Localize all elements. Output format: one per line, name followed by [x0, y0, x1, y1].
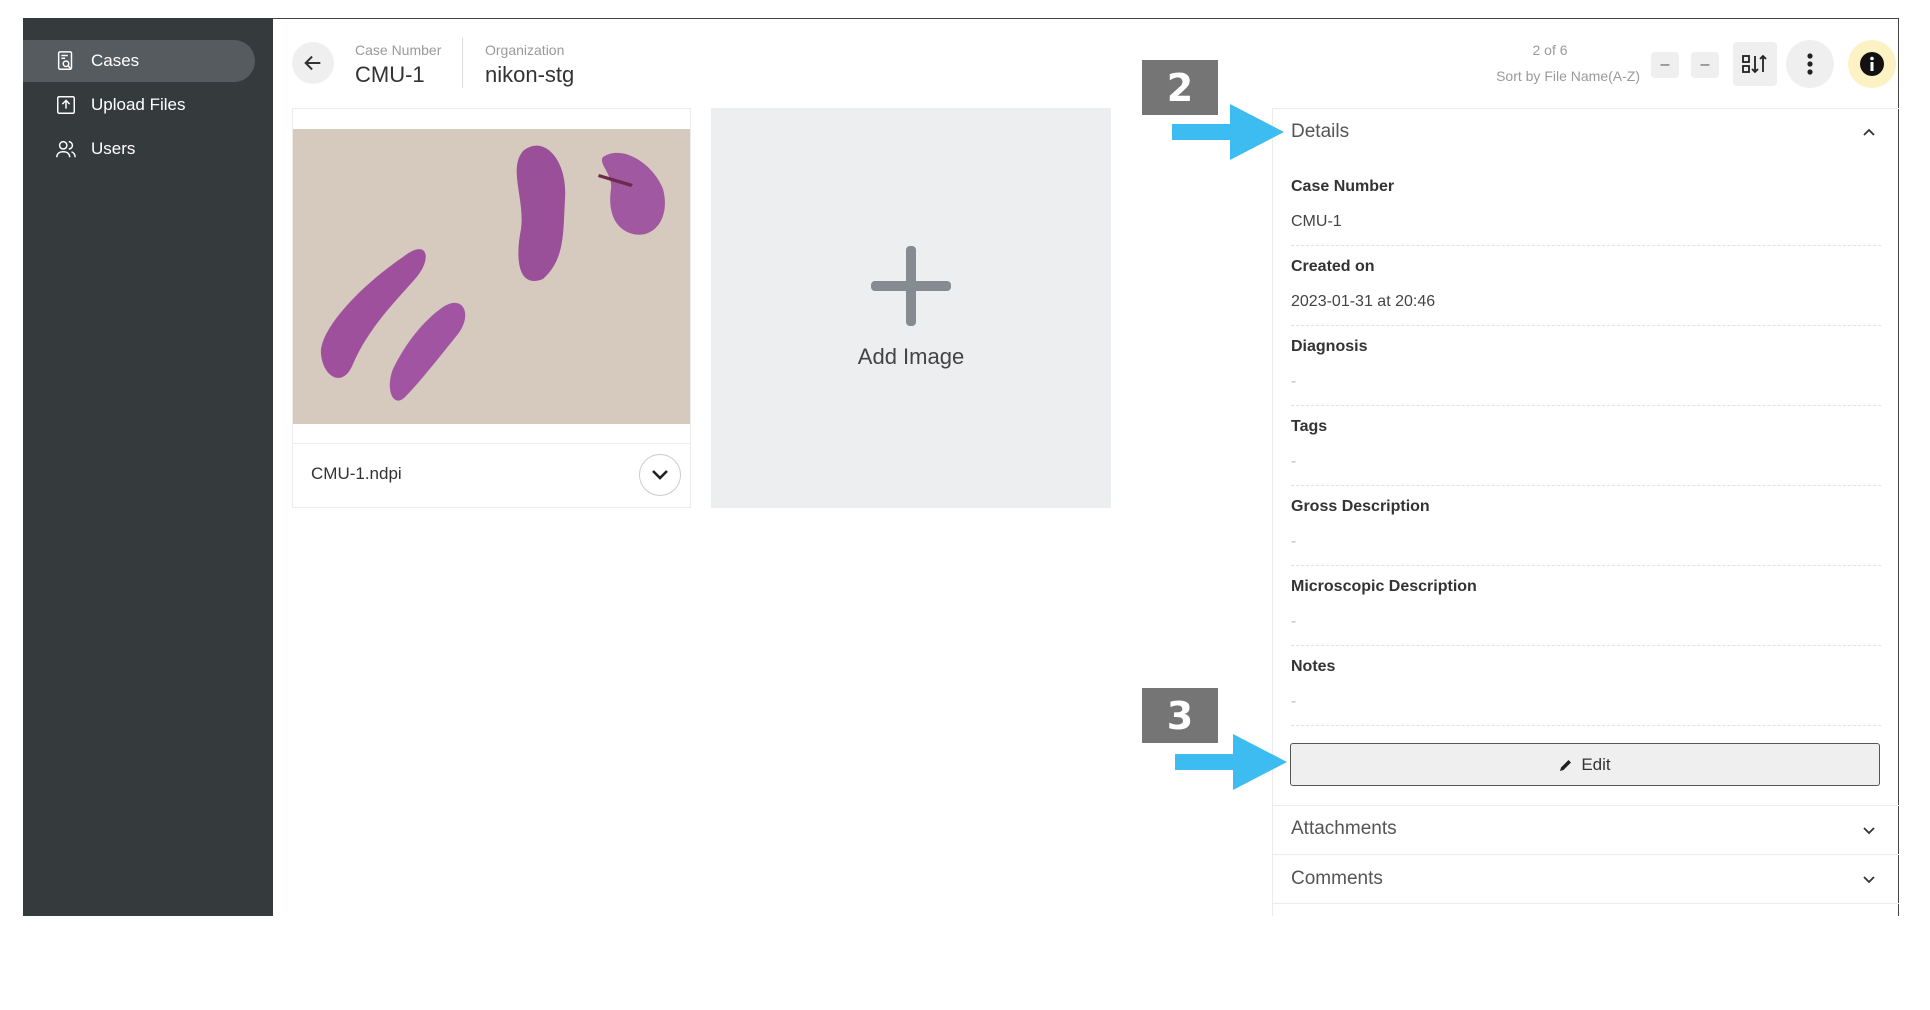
section-divider: [1272, 805, 1899, 806]
annotation-arrow-icon: [1175, 734, 1287, 790]
sort-label: Sort by File Name(A-Z): [1496, 68, 1640, 84]
sidebar-item-cases[interactable]: Cases: [23, 40, 255, 82]
field-value-created-on: 2023-01-31 at 20:46: [1291, 293, 1436, 310]
pencil-icon: [1560, 759, 1572, 771]
case-number-value: CMU-1: [355, 62, 425, 87]
sidebar-item-label: Upload Files: [91, 95, 186, 114]
sidebar-item-label: Users: [91, 139, 136, 158]
sidebar: Cases Upload Files Users: [23, 18, 273, 916]
plus-icon: [871, 246, 951, 326]
details-title[interactable]: Details: [1291, 121, 1349, 143]
prev-button[interactable]: –: [1651, 52, 1679, 78]
field-divider: [1291, 725, 1881, 726]
annotation-arrow-icon: [1172, 104, 1284, 160]
chevron-up-icon[interactable]: [1862, 125, 1876, 139]
section-divider: [1272, 903, 1899, 904]
field-label-diagnosis: Diagnosis: [1291, 338, 1368, 355]
add-image-card[interactable]: Add Image: [711, 108, 1111, 508]
info-icon: [1860, 52, 1884, 76]
field-label-tags: Tags: [1291, 418, 1328, 435]
sort-button[interactable]: [1733, 42, 1777, 86]
edit-button-label: Edit: [1581, 754, 1611, 774]
panel-divider: [1272, 108, 1899, 109]
image-options-button[interactable]: [639, 454, 681, 496]
field-value-gross-description: -: [1291, 533, 1297, 550]
field-divider: [1291, 645, 1881, 646]
organization-value: nikon-stg: [485, 62, 575, 87]
header-divider: [462, 38, 463, 88]
field-label-microscopic-description: Microscopic Description: [1291, 578, 1477, 595]
image-card[interactable]: CMU-1.ndpi: [292, 108, 691, 508]
case-search-icon: [55, 50, 77, 72]
pager-text: 2 of 6: [1532, 42, 1568, 58]
field-value-notes: -: [1291, 693, 1297, 710]
upload-icon: [55, 94, 77, 116]
field-divider: [1291, 485, 1881, 486]
field-value-case-number: CMU-1: [1291, 213, 1342, 230]
field-divider: [1291, 325, 1881, 326]
minus-icon: –: [1660, 56, 1670, 73]
users-icon: [55, 138, 77, 160]
info-button[interactable]: [1848, 40, 1896, 88]
next-button[interactable]: –: [1691, 52, 1719, 78]
field-label-created-on: Created on: [1291, 258, 1375, 275]
chevron-down-icon: [652, 470, 668, 480]
section-attachments[interactable]: Attachments: [1291, 818, 1397, 840]
field-value-microscopic-description: -: [1291, 613, 1297, 630]
edit-button[interactable]: Edit: [1290, 743, 1880, 786]
arrow-left-icon: [304, 55, 321, 71]
add-image-label: Add Image: [857, 344, 965, 369]
minus-icon: –: [1700, 56, 1710, 73]
card-divider: [293, 443, 690, 444]
sidebar-item-label: Cases: [91, 51, 140, 70]
chevron-down-icon[interactable]: [1862, 873, 1876, 887]
field-divider: [1291, 565, 1881, 566]
tissue-slide-image: [293, 129, 690, 424]
slide-thumbnail[interactable]: [293, 129, 690, 424]
image-filename: CMU-1.ndpi: [311, 464, 402, 483]
field-value-tags: -: [1291, 453, 1297, 470]
field-label-notes: Notes: [1291, 658, 1336, 675]
field-divider: [1291, 245, 1881, 246]
back-button[interactable]: [292, 42, 334, 84]
sidebar-item-users[interactable]: Users: [23, 128, 255, 170]
section-comments[interactable]: Comments: [1291, 868, 1383, 890]
more-vertical-icon: [1807, 53, 1813, 75]
field-label-gross-description: Gross Description: [1291, 498, 1430, 515]
field-divider: [1291, 405, 1881, 406]
more-options-button[interactable]: [1786, 40, 1834, 88]
field-label-case-number: Case Number: [1291, 178, 1395, 195]
chevron-down-icon[interactable]: [1862, 824, 1876, 838]
sort-icon: [1742, 54, 1767, 74]
organization-label: Organization: [485, 42, 565, 58]
section-divider: [1272, 854, 1899, 855]
sidebar-item-upload-files[interactable]: Upload Files: [23, 84, 255, 126]
field-value-diagnosis: -: [1291, 373, 1297, 390]
case-number-label: Case Number: [355, 42, 442, 58]
